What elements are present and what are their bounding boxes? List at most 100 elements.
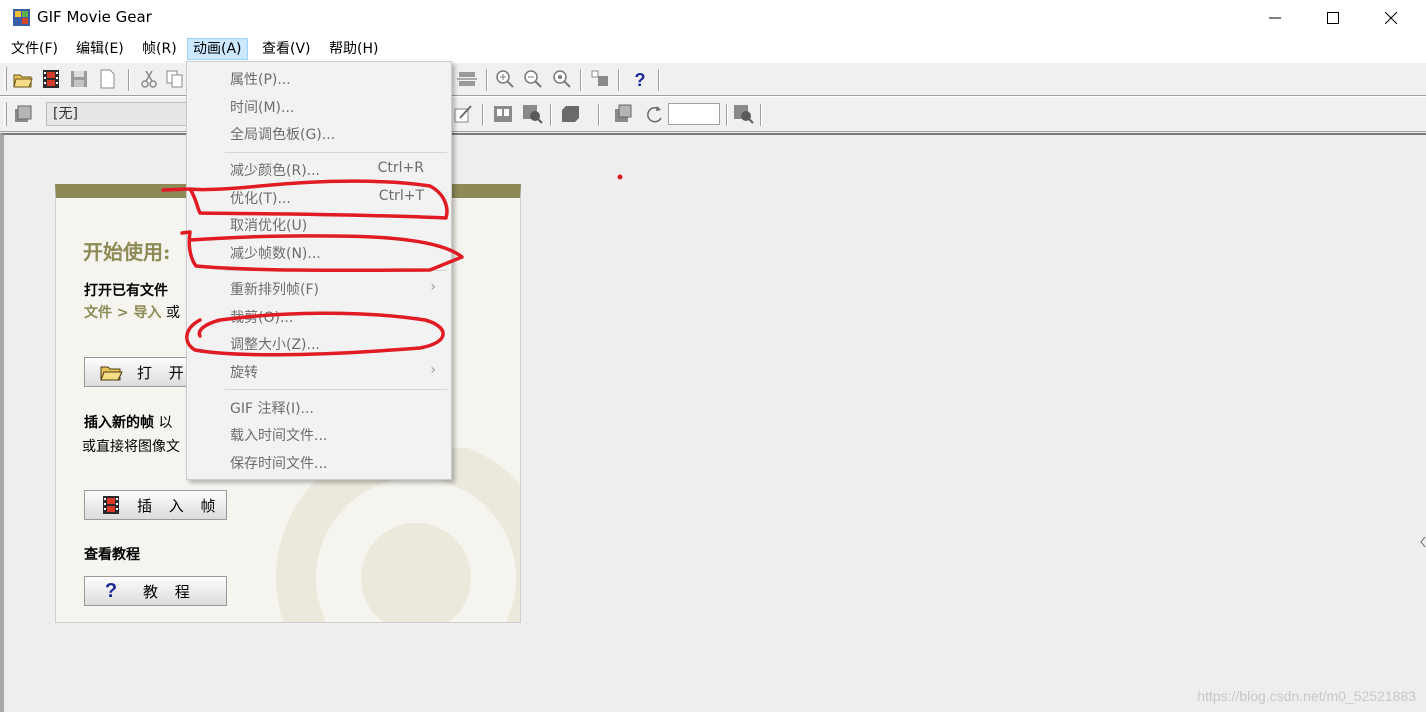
maximize-button[interactable] bbox=[1304, 0, 1362, 36]
menu-item-crop[interactable]: 裁剪(O)... bbox=[188, 303, 450, 329]
menu-item-label: 减少颜色(R)... bbox=[230, 163, 321, 179]
menu-item-rotate[interactable]: 旋转 › bbox=[188, 358, 450, 384]
open-folder-icon[interactable] bbox=[12, 68, 34, 90]
menu-item-label: 取消优化(U) bbox=[230, 218, 308, 234]
resize-handle-icon bbox=[1420, 536, 1426, 548]
menu-item-label: 载入时间文件... bbox=[230, 428, 328, 444]
preview-frame-icon[interactable] bbox=[732, 103, 754, 125]
open-file-text: 或 bbox=[165, 305, 180, 321]
frame-settings-icon[interactable] bbox=[612, 103, 634, 125]
menu-item-reduce-colors[interactable]: 减少颜色(R)... Ctrl+R bbox=[188, 156, 450, 182]
toolbar-separator bbox=[598, 104, 600, 126]
loop-icon[interactable] bbox=[644, 103, 666, 125]
frame-properties-icon[interactable] bbox=[12, 103, 34, 125]
menu-item-label: GIF 注释(I)... bbox=[230, 401, 314, 417]
open-file-menu-path[interactable]: 文件 > 导入 bbox=[84, 305, 161, 321]
new-document-icon[interactable] bbox=[96, 68, 118, 90]
menu-item-properties[interactable]: 属性(P)... bbox=[188, 65, 450, 91]
open-folder-icon bbox=[100, 366, 123, 381]
cut-icon[interactable] bbox=[138, 68, 160, 90]
menu-item-label: 属性(P)... bbox=[230, 72, 291, 88]
toolbar-separator bbox=[658, 69, 660, 91]
film-strip-icon bbox=[103, 496, 119, 514]
menu-item-load-timing[interactable]: 载入时间文件... bbox=[188, 421, 450, 447]
tutorial-button[interactable]: ? 教 程 bbox=[84, 576, 227, 606]
animation-menu: 属性(P)... 时间(M)... 全局调色板(G)... 减少颜色(R)...… bbox=[186, 61, 452, 480]
minimize-button[interactable] bbox=[1246, 0, 1304, 36]
toolbar-grip[interactable] bbox=[4, 67, 7, 91]
insert-frame-heading: 插入新的帧 bbox=[84, 415, 154, 431]
delay-input[interactable] bbox=[668, 103, 720, 125]
insert-frame-instructions: 或直接将图像文 bbox=[82, 439, 180, 455]
menu-item-label: 旋转 bbox=[230, 365, 258, 381]
close-icon bbox=[1385, 12, 1397, 24]
open-file-instructions: 文件 > 导入 或 bbox=[84, 302, 180, 322]
menu-item-label: 调整大小(Z)... bbox=[230, 337, 320, 353]
menu-item-label: 时间(M)... bbox=[230, 100, 295, 116]
menu-item-reduce-frames[interactable]: 减少帧数(N)... bbox=[188, 239, 450, 265]
menu-separator bbox=[225, 389, 447, 390]
insert-frame-heading-suffix: 以 bbox=[158, 415, 173, 431]
menu-bar: 文件(F) 编辑(E) 帧(R) 动画(A) 查看(V) 帮助(H) bbox=[0, 36, 1426, 62]
app-icon bbox=[13, 9, 30, 26]
save-icon[interactable] bbox=[68, 68, 90, 90]
frame-layout-icon[interactable] bbox=[456, 68, 478, 90]
layer-icon[interactable] bbox=[560, 103, 582, 125]
watermark: https://blog.csdn.net/m0_52521883 bbox=[1197, 688, 1416, 704]
toolbar-separator bbox=[128, 69, 130, 91]
insert-frame-button[interactable]: 插 入 帧 bbox=[84, 490, 227, 520]
zoom-fit-icon[interactable] bbox=[551, 68, 573, 90]
menu-item-global-palette[interactable]: 全局调色板(G)... bbox=[188, 120, 450, 146]
frame-split-icon[interactable] bbox=[492, 103, 514, 125]
toolbar-separator bbox=[618, 69, 620, 91]
panel-title: 开始使用: bbox=[83, 240, 171, 264]
insert-frame-button-label: 插 入 帧 bbox=[137, 496, 222, 515]
tutorial-button-label: 教 程 bbox=[143, 582, 196, 601]
menu-view[interactable]: 查看(V) bbox=[257, 38, 316, 60]
menu-item-gif-comment[interactable]: GIF 注释(I)... bbox=[188, 394, 450, 420]
zoom-in-icon[interactable] bbox=[494, 68, 516, 90]
menu-item-label: 全局调色板(G)... bbox=[230, 127, 336, 143]
menu-animation[interactable]: 动画(A) bbox=[187, 38, 248, 60]
toolbar-grip[interactable] bbox=[4, 102, 7, 126]
menu-item-label: 重新排列帧(F) bbox=[230, 282, 319, 298]
help-icon[interactable]: ? bbox=[629, 68, 651, 90]
menu-frame[interactable]: 帧(R) bbox=[137, 38, 182, 60]
copy-icon[interactable] bbox=[164, 68, 186, 90]
toolbar-separator bbox=[482, 104, 484, 126]
menu-item-label: 裁剪(O)... bbox=[230, 310, 294, 326]
svg-text:?: ? bbox=[635, 70, 646, 90]
menu-help[interactable]: 帮助(H) bbox=[324, 38, 383, 60]
menu-separator bbox=[225, 270, 447, 271]
minimize-icon bbox=[1269, 17, 1281, 19]
menu-item-resize[interactable]: 调整大小(Z)... bbox=[188, 330, 450, 356]
title-bar: GIF Movie Gear bbox=[0, 0, 1426, 36]
toolbar-separator bbox=[580, 69, 582, 91]
insert-frame-heading-line: 插入新的帧 以 bbox=[84, 412, 172, 432]
window-title: GIF Movie Gear bbox=[37, 8, 152, 26]
frame-search-icon[interactable] bbox=[521, 103, 543, 125]
film-strip-icon[interactable] bbox=[40, 68, 62, 90]
menu-item-unoptimize[interactable]: 取消优化(U) bbox=[188, 211, 450, 237]
menu-item-reorder-frames[interactable]: 重新排列帧(F) › bbox=[188, 275, 450, 301]
toolbar-separator bbox=[726, 104, 728, 126]
menu-item-shortcut: Ctrl+T bbox=[378, 188, 424, 204]
menu-item-label: 保存时间文件... bbox=[230, 456, 328, 472]
frame-tool-icon[interactable] bbox=[589, 68, 611, 90]
menu-item-save-timing[interactable]: 保存时间文件... bbox=[188, 449, 450, 475]
close-button[interactable] bbox=[1362, 0, 1420, 36]
zoom-out-icon[interactable] bbox=[522, 68, 544, 90]
menu-item-timing[interactable]: 时间(M)... bbox=[188, 93, 450, 119]
menu-item-optimize[interactable]: 优化(T)... Ctrl+T bbox=[188, 184, 450, 210]
submenu-arrow-icon: › bbox=[430, 279, 436, 295]
menu-file[interactable]: 文件(F) bbox=[6, 38, 63, 60]
edit-frame-icon[interactable] bbox=[452, 103, 474, 125]
help-icon: ? bbox=[104, 580, 118, 602]
toolbar-separator bbox=[486, 69, 488, 91]
menu-item-shortcut: Ctrl+R bbox=[377, 160, 424, 176]
menu-edit[interactable]: 编辑(E) bbox=[71, 38, 129, 60]
menu-item-label: 优化(T)... bbox=[230, 191, 291, 207]
open-file-heading: 打开已有文件 bbox=[84, 283, 168, 299]
toolbar-separator bbox=[550, 104, 552, 126]
frame-select[interactable]: [无] bbox=[46, 102, 196, 126]
